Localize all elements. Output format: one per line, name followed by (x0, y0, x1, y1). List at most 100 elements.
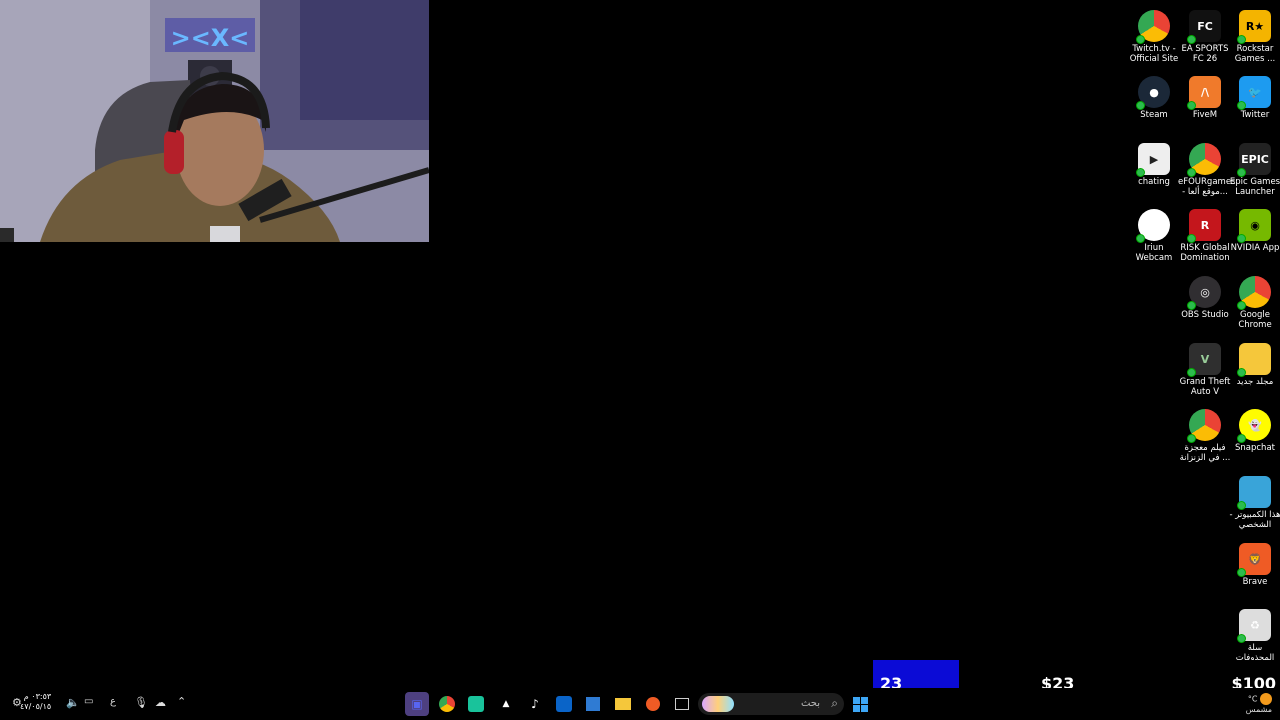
sync-check-icon (1136, 234, 1145, 243)
sun-icon (1260, 693, 1272, 705)
desktop-icon-gta[interactable]: V Grand Theft Auto V (1180, 337, 1230, 397)
desktop-icon-twitter[interactable]: 🐦 Twitter (1230, 70, 1280, 120)
clock-date: ٤٧/٠٥/١٥ (20, 702, 52, 711)
desktop-icon-obs[interactable]: ◎ OBS Studio (1180, 270, 1230, 320)
desktop-icon-label: Twitch.tv - Official Site (1129, 44, 1179, 64)
desktop-icon-iriun[interactable]: ◯ Iriun Webcam (1129, 203, 1179, 263)
fc26-icon: FC (1187, 10, 1221, 44)
monitor-icon (1237, 476, 1271, 510)
discord-taskbar-icon[interactable]: ▣ (405, 692, 429, 716)
desktop-icon-label: Iriun Webcam (1135, 243, 1173, 263)
file-explorer-taskbar-icon[interactable] (611, 692, 635, 716)
sync-check-icon (1237, 368, 1246, 377)
desktop-icon-chrome[interactable]: Google Chrome (1230, 270, 1280, 330)
desktop-icon-label: FiveM (1192, 110, 1218, 120)
sync-check-icon (1237, 634, 1246, 643)
webcam-overlay: ><X< (0, 0, 429, 242)
volume-icon[interactable]: 🔈 (66, 696, 80, 709)
desktop-icon-chrome[interactable]: eFOURgames - موقع ألعا... (1178, 137, 1236, 197)
gta-icon: V (1187, 343, 1221, 377)
task-view-icon[interactable] (670, 692, 694, 716)
brave-taskbar-icon[interactable] (641, 692, 665, 716)
webcam-image: ><X< (0, 0, 429, 242)
chevron-up-icon[interactable]: ⌃ (177, 695, 186, 708)
desktop-icon-risk[interactable]: R RISK Global Domination (1180, 203, 1230, 263)
app-green-taskbar-icon[interactable] (464, 692, 488, 716)
chrome-icon (1136, 10, 1170, 44)
app-dark-taskbar-icon[interactable]: ▲ (494, 692, 518, 716)
sync-check-icon (1187, 368, 1196, 377)
desktop-icon-label: Grand Theft Auto V (1179, 377, 1231, 397)
weather-temp: °C (1247, 694, 1258, 704)
language-indicator[interactable]: ع (110, 696, 116, 707)
weather-description: مشمس (1245, 705, 1272, 714)
store-taskbar-icon[interactable] (581, 692, 605, 716)
desktop-icon-label: Steam (1140, 110, 1168, 120)
desktop-icon-label: NVIDIA App (1230, 243, 1280, 253)
fivem-icon: /\ (1187, 76, 1221, 110)
desktop-icon-label: eFOURgames - موقع ألعا... (1178, 177, 1236, 197)
desktop-icon-label: هذا الكمبيوتر - الشخصي (1229, 510, 1280, 530)
desktop-icon-label: EA SPORTS FC 26 (1181, 44, 1229, 64)
twitter-icon: 🐦 (1237, 76, 1271, 110)
sync-check-icon (1237, 568, 1246, 577)
taskbar-search[interactable]: بحث ⌕ (698, 693, 844, 715)
sync-check-icon (1187, 168, 1196, 177)
chrome-icon (1187, 143, 1221, 177)
search-highlight-icon (702, 696, 734, 712)
desktop-icon-rockstar[interactable]: R★ Rockstar Games ... (1230, 4, 1280, 64)
desktop-icon-brave[interactable]: 🦁 Brave (1230, 537, 1280, 587)
tiktok-taskbar-icon[interactable]: ♪ (523, 692, 547, 716)
steam-icon: ● (1136, 76, 1170, 110)
taskbar-clock[interactable]: ٠٣:٥٣ م ٤٧/٠٥/١٥ (20, 692, 51, 712)
sync-check-icon (1237, 101, 1246, 110)
sync-check-icon (1136, 101, 1145, 110)
desktop-icon-video-file[interactable]: ▶ chating (1129, 137, 1179, 187)
chrome-taskbar-icon[interactable] (435, 692, 459, 716)
sync-check-icon (1187, 234, 1196, 243)
sync-check-icon (1187, 35, 1196, 44)
desktop-icon-steam[interactable]: ● Steam (1129, 70, 1179, 120)
svg-text:><X<: ><X< (171, 24, 250, 52)
sync-check-icon (1187, 301, 1196, 310)
epic-icon: EPIC (1237, 143, 1271, 177)
video-file-icon: ▶ (1136, 143, 1170, 177)
desktop-icon-epic[interactable]: EPIC Epic Games Launcher (1230, 137, 1280, 197)
desktop-icon-fc26[interactable]: FC EA SPORTS FC 26 (1180, 4, 1230, 64)
onedrive-icon[interactable]: ☁ (155, 696, 166, 709)
desktop-icon-chrome[interactable]: Twitch.tv - Official Site (1129, 4, 1179, 64)
sync-check-icon (1136, 35, 1145, 44)
obs-icon: ◎ (1187, 276, 1221, 310)
desktop-icon-label: OBS Studio (1181, 310, 1229, 320)
sync-check-icon (1237, 35, 1246, 44)
sync-check-icon (1237, 301, 1246, 310)
desktop-icon-recycle-bin[interactable]: ♻ سلة المحذوفات (1230, 603, 1280, 663)
desktop-icon-grid: Twitch.tv - Official Site FC EA SPORTS FC … (1128, 0, 1280, 680)
sync-check-icon (1237, 234, 1246, 243)
sync-check-icon (1237, 434, 1246, 443)
microphone-icon[interactable]: 🎙 (134, 696, 148, 709)
desktop-icon-label: Epic Games Launcher (1229, 177, 1280, 197)
outlook-taskbar-icon[interactable] (552, 692, 576, 716)
desktop-icon-snapchat[interactable]: 👻 Snapchat (1230, 403, 1280, 453)
recycle-bin-icon: ♻ (1237, 609, 1271, 643)
desktop-icon-fivem[interactable]: /\ FiveM (1180, 70, 1230, 120)
network-icon[interactable]: ▭ (84, 696, 93, 707)
rockstar-icon: R★ (1237, 10, 1271, 44)
desktop-icon-folder[interactable]: مجلد جديد (1230, 337, 1280, 387)
sync-check-icon (1136, 168, 1145, 177)
iriun-icon: ◯ (1136, 209, 1170, 243)
sync-check-icon (1237, 168, 1246, 177)
weather-widget[interactable]: °C مشمس (1246, 693, 1272, 715)
desktop-icon-nvidia[interactable]: ◉ NVIDIA App (1230, 203, 1280, 253)
nvidia-icon: ◉ (1237, 209, 1271, 243)
desktop-icon-label: مجلد جديد (1236, 377, 1274, 387)
desktop-icon-label: Twitter (1240, 110, 1270, 120)
desktop-icon-label: chating (1138, 177, 1170, 187)
windows-start-icon[interactable] (848, 692, 872, 716)
chrome-icon (1187, 409, 1221, 443)
desktop-icon-chrome[interactable]: فيلم معجزة في الزنزانة ... (1180, 403, 1230, 463)
folder-icon (1237, 343, 1271, 377)
desktop-icon-monitor[interactable]: هذا الكمبيوتر - الشخصي (1230, 470, 1280, 530)
brave-icon: 🦁 (1237, 543, 1271, 577)
